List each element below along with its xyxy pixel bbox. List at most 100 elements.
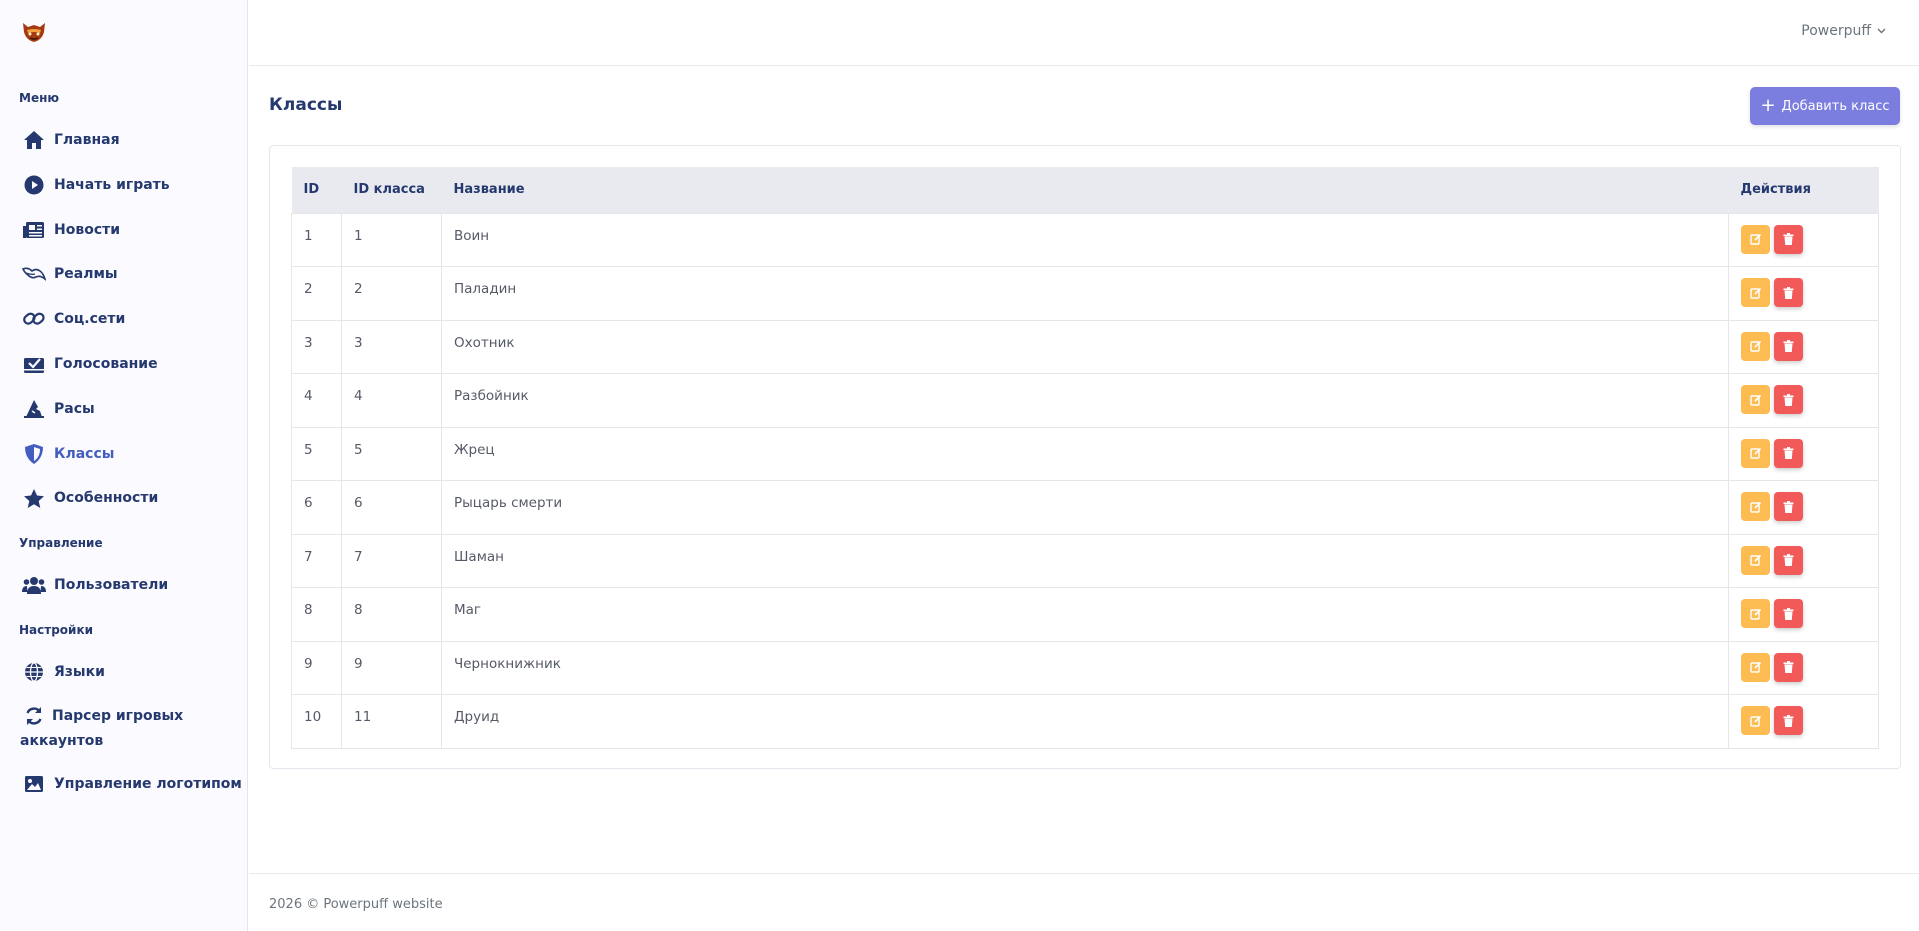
user-name: Powerpuff [1801, 23, 1871, 39]
newspaper-icon [22, 218, 46, 242]
table-row: 2 2 Паладин [291, 266, 1879, 320]
cell-class-id: 4 [341, 373, 442, 427]
cell-id: 2 [291, 266, 342, 320]
edit-icon [1749, 608, 1761, 620]
link-icon [22, 307, 46, 331]
image-icon [22, 772, 46, 796]
sidebar-item-news[interactable]: Новости [22, 215, 120, 245]
edit-button[interactable] [1741, 438, 1770, 468]
delete-button[interactable] [1774, 652, 1803, 682]
cell-name: Рыцарь смерти [441, 480, 1729, 534]
cell-actions [1728, 373, 1879, 427]
sidebar-item-label: Управление логотипом [54, 776, 242, 792]
users-icon [22, 573, 46, 597]
trash-icon [1783, 661, 1794, 673]
trash-icon [1783, 340, 1794, 352]
logo-icon[interactable] [20, 20, 48, 44]
cell-id: 3 [291, 319, 342, 374]
edit-icon [1749, 233, 1761, 245]
cell-name: Друид [441, 694, 1729, 749]
shield-icon [22, 442, 46, 466]
user-menu[interactable]: Powerpuff [1801, 23, 1886, 39]
sidebar-item-start-playing[interactable]: Начать играть [22, 170, 170, 200]
sidebar-item-account-parser[interactable]: Парсер игровых аккаунтов [20, 704, 202, 754]
cell-id: 10 [291, 694, 342, 749]
cell-id: 9 [291, 640, 342, 695]
edit-button[interactable] [1741, 224, 1770, 254]
cell-class-id: 3 [341, 319, 442, 374]
sync-icon [22, 704, 46, 728]
delete-button[interactable] [1774, 492, 1803, 521]
cell-class-id: 7 [341, 533, 442, 588]
delete-button[interactable] [1774, 385, 1803, 414]
edit-button[interactable] [1741, 492, 1770, 521]
sidebar-item-classes[interactable]: Классы [22, 439, 114, 469]
delete-button[interactable] [1774, 545, 1803, 575]
cell-id: 4 [291, 373, 342, 427]
cell-id: 5 [291, 426, 342, 481]
delete-button[interactable] [1774, 331, 1803, 361]
column-header-name: Название [441, 167, 1729, 213]
cell-name: Охотник [441, 319, 1729, 374]
classes-card: ID ID класса Название Действия 1 1 Воин 2 2 П… [269, 145, 1901, 769]
sidebar-item-label: Пользователи [54, 577, 169, 593]
play-circle-icon [22, 173, 46, 197]
chevron-down-icon [1877, 26, 1886, 37]
edit-icon [1749, 287, 1761, 299]
cell-actions [1728, 694, 1879, 749]
sidebar-item-label: Особенности [54, 490, 159, 506]
sidebar-item-label: Новости [54, 222, 121, 238]
cell-class-id: 5 [341, 426, 442, 481]
sidebar-item-features[interactable]: Особенности [22, 483, 158, 513]
edit-button[interactable] [1741, 706, 1770, 735]
section-title-menu: Меню [19, 91, 60, 105]
sidebar-item-voting[interactable]: Голосование [22, 349, 158, 379]
sidebar-item-users[interactable]: Пользователи [22, 570, 168, 600]
sidebar-item-social[interactable]: Соц.сети [22, 304, 125, 334]
add-class-button[interactable]: + Добавить класс [1750, 87, 1900, 125]
cell-actions [1728, 640, 1879, 695]
sidebar-item-label: Главная [54, 132, 120, 148]
edit-button[interactable] [1741, 385, 1770, 414]
table-row: 7 7 Шаман [291, 533, 1879, 588]
trash-icon [1783, 393, 1794, 406]
sidebar-item-realms[interactable]: Реалмы [22, 259, 118, 289]
table-row: 10 11 Друид [291, 694, 1879, 749]
delete-button[interactable] [1774, 278, 1803, 307]
edit-icon [1749, 661, 1761, 673]
sidebar-item-home[interactable]: Главная [22, 125, 120, 155]
column-header-id: ID [291, 167, 342, 213]
cell-name: Маг [441, 587, 1729, 641]
cell-actions [1728, 266, 1879, 320]
edit-button[interactable] [1741, 545, 1770, 575]
vote-box-icon [22, 352, 46, 376]
table-row: 5 5 Жрец [291, 426, 1879, 481]
sidebar-item-languages[interactable]: Языки [22, 657, 105, 687]
trash-icon [1783, 500, 1794, 513]
trash-icon [1783, 233, 1794, 245]
edit-button[interactable] [1741, 331, 1770, 361]
column-header-actions: Действия [1728, 167, 1879, 213]
sidebar-item-logo-management[interactable]: Управление логотипом [22, 769, 242, 799]
sidebar-item-races[interactable]: Расы [22, 394, 95, 424]
table-header-row: ID ID класса Название Действия [291, 167, 1879, 213]
home-icon [22, 128, 46, 152]
table-row: 9 9 Чернокнижник [291, 640, 1879, 695]
section-title-settings: Настройки [19, 623, 94, 637]
star-icon [22, 486, 46, 510]
table-row: 3 3 Охотник [291, 319, 1879, 374]
cell-id: 8 [291, 587, 342, 641]
delete-button[interactable] [1774, 599, 1803, 628]
delete-button[interactable] [1774, 224, 1803, 254]
sidebar-item-label: Парсер игровых аккаунтов [20, 708, 184, 749]
cell-actions [1728, 319, 1879, 374]
edit-button[interactable] [1741, 278, 1770, 307]
delete-button[interactable] [1774, 438, 1803, 468]
edit-button[interactable] [1741, 599, 1770, 628]
edit-button[interactable] [1741, 652, 1770, 682]
cell-name: Чернокнижник [441, 640, 1729, 695]
delete-button[interactable] [1774, 706, 1803, 735]
table-body: 1 1 Воин 2 2 Паладин 3 3 Охотник 4 4 Разбойник 5 5 Жре… [291, 212, 1879, 749]
add-class-button-label: Добавить класс [1781, 98, 1890, 114]
sidebar-item-label: Соц.сети [54, 311, 126, 327]
